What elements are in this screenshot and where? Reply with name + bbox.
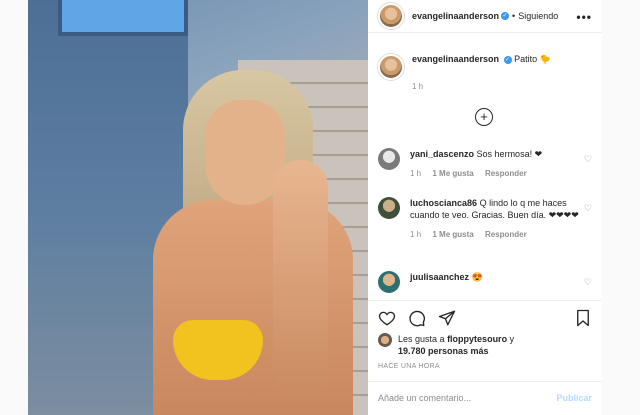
more-options-icon[interactable]: ••• — [576, 10, 592, 24]
likes-text: Les gusta a floppytesouro y 19.780 perso… — [398, 333, 514, 357]
comment-body: luchoscianca86 Q lindo lo q me haces cua… — [410, 197, 580, 241]
action-icons — [378, 309, 456, 327]
comment-reply-button[interactable]: Responder — [485, 169, 527, 178]
likes-prefix: Les gusta a — [398, 334, 445, 344]
header-separator: • — [512, 11, 516, 21]
commenter-avatar[interactable] — [378, 148, 400, 170]
caption-verified-icon: ✓ — [503, 55, 512, 64]
comment-body: yani_dascenzo Sos hermosa! ❤ 1 h 1 Me gu… — [410, 148, 580, 180]
liker-username[interactable]: floppytesouro — [447, 334, 507, 344]
comment-input[interactable]: Añade un comentario... — [378, 393, 471, 403]
caption-avatar[interactable] — [378, 54, 404, 80]
post-header: evangelinaanderson ✓ • Siguiendo ••• — [368, 0, 602, 33]
share-send-icon[interactable] — [438, 309, 456, 327]
comment-username[interactable]: yani_dascenzo — [410, 149, 474, 159]
comment-likes[interactable]: 1 Me gusta — [432, 230, 473, 239]
publish-button[interactable]: Publicar — [556, 393, 592, 403]
verified-badge-icon: ✓ — [501, 12, 510, 20]
like-heart-icon[interactable] — [378, 309, 396, 327]
author-username[interactable]: evangelinaanderson — [412, 11, 499, 21]
comment-time[interactable]: 1 h — [410, 230, 421, 239]
comment-item: luchoscianca86 Q lindo lo q me haces cua… — [378, 197, 592, 241]
comment-like-icon[interactable]: ♡ — [584, 277, 592, 288]
caption-username[interactable]: evangelinaanderson — [412, 54, 499, 64]
comment-like-icon[interactable]: ♡ — [584, 203, 592, 214]
liker-avatar[interactable] — [378, 333, 392, 347]
post-sidebar: evangelinaanderson ✓ • Siguiendo ••• eva… — [368, 0, 602, 415]
load-more-comments-button[interactable]: + — [475, 108, 493, 126]
comment-item: yani_dascenzo Sos hermosa! ❤ 1 h 1 Me gu… — [378, 148, 592, 180]
caption-text-wrap: evangelinaanderson ✓ Patito 🐤 — [412, 54, 551, 65]
comment-meta: 1 h 1 Me gusta Responder — [410, 229, 580, 241]
photo-window — [58, 0, 188, 36]
comment-time[interactable]: 1 h — [410, 169, 421, 178]
comment-reply-button[interactable]: Responder — [485, 230, 527, 239]
comment-text: Sos hermosa! ❤ — [476, 149, 543, 159]
likes-count[interactable]: 19.780 personas más — [398, 346, 489, 356]
comment-like-icon[interactable]: ♡ — [584, 154, 592, 165]
comment-text: 😍 — [471, 272, 483, 282]
comment-username[interactable]: luchoscianca86 — [410, 198, 477, 208]
comment-meta: 1 h 1 Me gusta Responder — [410, 168, 580, 180]
caption-time[interactable]: 1 h — [412, 82, 423, 91]
comment-username[interactable]: juulisaanchez — [410, 272, 469, 282]
photo-person — [123, 70, 353, 415]
comment-body: juulisaanchez 😍 — [410, 271, 580, 293]
add-comment-bar: Añade un comentario... Publicar — [368, 381, 602, 415]
likes-conj: y — [509, 334, 515, 344]
action-section: Les gusta a floppytesouro y 19.780 perso… — [368, 300, 602, 414]
caption: evangelinaanderson ✓ Patito 🐤 1 h — [378, 54, 551, 91]
commenter-avatar[interactable] — [378, 197, 400, 219]
comment-likes[interactable]: 1 Me gusta — [432, 169, 473, 178]
post-photo[interactable] — [28, 0, 368, 415]
author-avatar[interactable] — [378, 3, 404, 29]
commenter-avatar[interactable] — [378, 271, 400, 293]
likes-summary: Les gusta a floppytesouro y 19.780 perso… — [378, 333, 514, 357]
caption-text: Patito 🐤 — [514, 54, 551, 64]
comment-bubble-icon[interactable] — [408, 309, 426, 327]
following-button[interactable]: Siguiendo — [518, 11, 558, 21]
save-bookmark-icon[interactable] — [574, 309, 592, 327]
photo-arm — [273, 160, 328, 400]
posted-time[interactable]: HACE UNA HORA — [378, 363, 440, 370]
comment-item: juulisaanchez 😍 ♡ — [378, 271, 592, 293]
